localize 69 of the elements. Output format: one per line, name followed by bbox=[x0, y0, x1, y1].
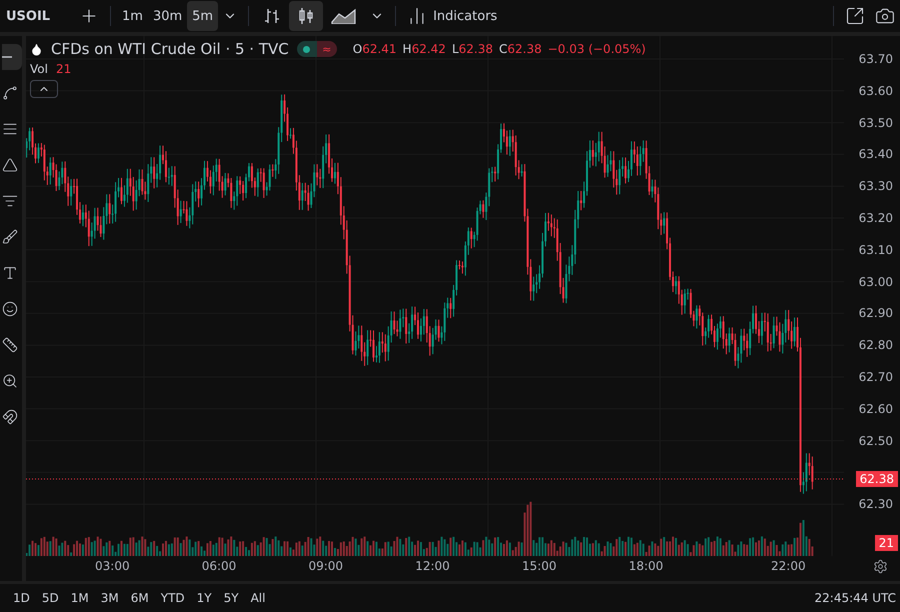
brush-icon bbox=[2, 229, 18, 245]
time-label: 18:00 bbox=[628, 559, 664, 573]
range-button[interactable]: 1M bbox=[66, 591, 94, 605]
symbol-name[interactable]: USOIL bbox=[0, 8, 74, 24]
time-label: 15:00 bbox=[522, 559, 557, 573]
price-label: 62.80 bbox=[858, 338, 893, 352]
price-label: 63.70 bbox=[858, 52, 893, 66]
chart-style-button[interactable] bbox=[289, 1, 324, 31]
triangle-icon bbox=[2, 157, 18, 173]
lines-icon bbox=[2, 121, 18, 137]
range-button[interactable]: 1Y bbox=[192, 591, 217, 605]
ohlc-value: 62.41 bbox=[362, 42, 397, 56]
ohlc-value: 62.38 bbox=[507, 42, 542, 56]
price-label: 62.90 bbox=[858, 306, 893, 320]
price-label: 63.30 bbox=[858, 179, 893, 194]
price-label: 62.70 bbox=[858, 370, 893, 384]
ohlc-value: 62.42 bbox=[412, 42, 446, 56]
price-change: −0.03 (−0.05%) bbox=[548, 42, 646, 56]
last-price-badge: 62.38 bbox=[856, 470, 898, 487]
camera-icon bbox=[875, 6, 895, 26]
filter-icon bbox=[2, 193, 18, 209]
ohlc-letter: C bbox=[498, 42, 508, 56]
range-button[interactable]: 3M bbox=[96, 591, 124, 605]
ohlc-letter: L bbox=[452, 42, 459, 56]
interval-button[interactable]: 30m bbox=[148, 1, 188, 31]
indicators-button[interactable]: Indicators bbox=[402, 1, 502, 31]
zoom-icon bbox=[2, 373, 18, 389]
candles-icon bbox=[297, 7, 316, 25]
volume-value: 21 bbox=[56, 62, 72, 76]
popout-icon bbox=[845, 6, 865, 26]
range-button[interactable]: 6M bbox=[126, 591, 154, 605]
time-label: 03:00 bbox=[95, 559, 130, 573]
clock: 22:45:44 UTC bbox=[814, 591, 897, 605]
interval-button[interactable]: 1m bbox=[117, 1, 148, 31]
settings-icon[interactable] bbox=[873, 558, 888, 574]
time-label: 22:00 bbox=[771, 559, 806, 573]
time-label: 06:00 bbox=[202, 559, 236, 573]
droplet-icon bbox=[30, 42, 43, 56]
range-button[interactable]: 5Y bbox=[218, 591, 244, 605]
price-label: 62.50 bbox=[858, 434, 893, 448]
ohlc-letter: H bbox=[402, 42, 412, 56]
price-label: 63.20 bbox=[858, 211, 893, 225]
text-icon bbox=[2, 265, 18, 281]
time-label: 09:00 bbox=[308, 559, 344, 573]
volume-label: Vol bbox=[30, 62, 48, 76]
price-label: 63.60 bbox=[858, 84, 893, 98]
ohlc-letter: O bbox=[352, 42, 362, 56]
bars-icon bbox=[263, 7, 282, 25]
range-button[interactable]: YTD bbox=[156, 591, 190, 605]
volume-badge: 21 bbox=[874, 535, 898, 551]
ohlc-value: 62.38 bbox=[458, 42, 493, 56]
price-label: 63.50 bbox=[858, 116, 893, 130]
price-label: 62.30 bbox=[858, 497, 893, 512]
dash-icon bbox=[2, 56, 12, 58]
range-button[interactable]: All bbox=[246, 591, 270, 605]
ruler-icon bbox=[2, 337, 18, 353]
price-label: 62.60 bbox=[858, 402, 893, 416]
time-label: 12:00 bbox=[415, 559, 450, 573]
magnet-icon bbox=[2, 409, 18, 425]
price-label: 63.00 bbox=[858, 274, 893, 289]
range-button[interactable]: 1D bbox=[8, 591, 35, 605]
area-chart-icon bbox=[331, 8, 358, 24]
interval-button[interactable]: 5m bbox=[187, 1, 218, 31]
trendline-icon bbox=[2, 85, 18, 101]
price-label: 63.40 bbox=[858, 147, 893, 162]
range-button[interactable]: 5D bbox=[36, 591, 64, 605]
smiley-icon bbox=[2, 301, 18, 317]
price-label: 63.10 bbox=[858, 242, 893, 257]
chart-title: CFDs on WTI Crude Oil · 5 · TVC bbox=[51, 40, 289, 58]
